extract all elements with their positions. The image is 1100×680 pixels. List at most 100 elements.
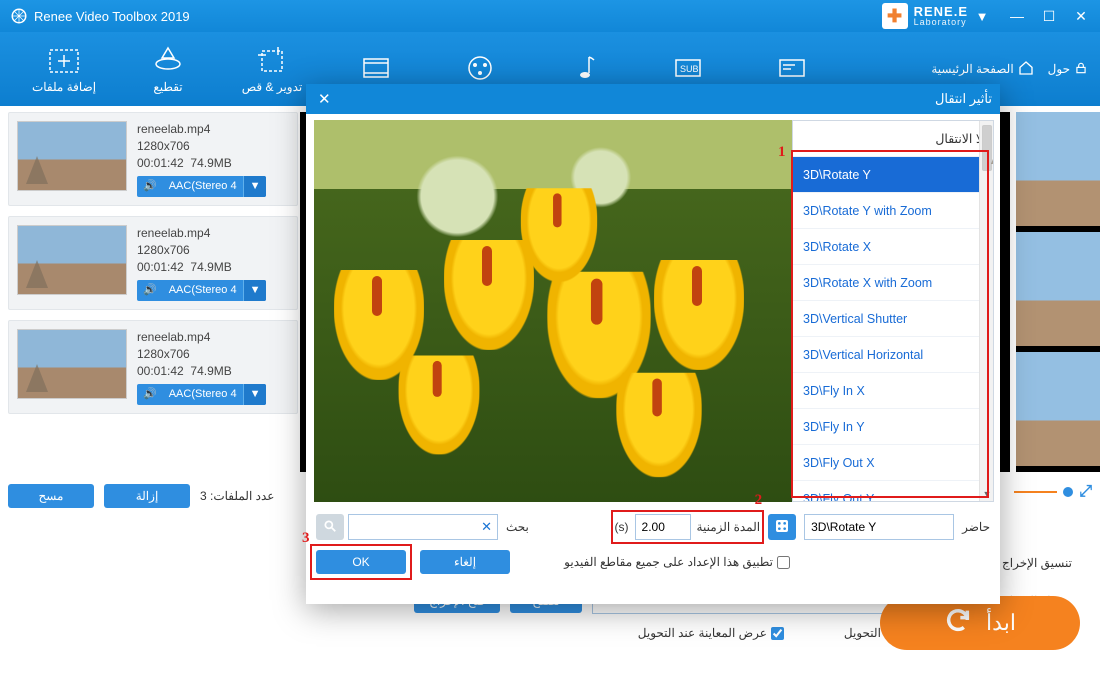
- random-effect-button[interactable]: [768, 514, 796, 540]
- file-list-item[interactable]: reneelab.mp4 1280x706 00:01:42 74.9MB 🔊A…: [8, 320, 298, 414]
- effects-panel: 1 لا الانتقال 3D\Rotate Y 3D\Rotate Y wi…: [792, 120, 994, 502]
- file-duration: 00:01:42: [137, 156, 184, 170]
- search-input[interactable]: [348, 514, 498, 540]
- tool-settings-card[interactable]: [740, 51, 844, 87]
- clear-button[interactable]: مسح: [8, 484, 94, 508]
- nav-about[interactable]: حول: [1048, 61, 1088, 78]
- brand-menu-caret-icon[interactable]: ▼: [972, 6, 992, 26]
- filmstrip-icon: [359, 51, 393, 85]
- tool-cut[interactable]: تقطيع: [116, 44, 220, 94]
- dice-icon: [774, 518, 790, 537]
- tool-add-files[interactable]: إضافة ملفات: [12, 44, 116, 94]
- tool-effects[interactable]: [428, 51, 532, 87]
- output-format-label: تنسيق الإخراج: [1002, 556, 1092, 570]
- current-label: حاضر: [962, 520, 990, 534]
- effect-item[interactable]: 3D\Rotate X: [793, 229, 993, 265]
- window-close-button[interactable]: ✕: [1066, 4, 1096, 28]
- effect-item[interactable]: 3D\Fly In Y: [793, 409, 993, 445]
- refresh-icon: [944, 606, 972, 640]
- file-name: reneelab.mp4: [137, 121, 266, 138]
- expand-icon[interactable]: ⤢: [1079, 483, 1092, 501]
- file-size: 74.9MB: [190, 364, 231, 378]
- timeline-handle-icon[interactable]: [1063, 487, 1073, 497]
- app-logo-icon: [10, 7, 28, 25]
- effect-item[interactable]: 3D\Rotate X with Zoom: [793, 265, 993, 301]
- effect-item[interactable]: 3D\Rotate Y: [793, 157, 993, 193]
- effect-item[interactable]: 3D\Vertical Horizontal: [793, 337, 993, 373]
- brand-logo-icon: ✚: [882, 3, 908, 29]
- effect-item[interactable]: 3D\Vertical Shutter: [793, 301, 993, 337]
- effects-scrollbar[interactable]: ▲ ▼: [979, 121, 994, 501]
- duration-input[interactable]: [635, 514, 691, 540]
- effect-item-none[interactable]: لا الانتقال: [793, 121, 993, 157]
- brand-block: ✚ RENE.E Laboratory: [882, 3, 968, 29]
- effects-list[interactable]: لا الانتقال 3D\Rotate Y 3D\Rotate Y with…: [792, 120, 994, 502]
- lock-icon: [1074, 61, 1088, 78]
- file-size: 74.9MB: [190, 156, 231, 170]
- audio-chip[interactable]: 🔊AAC(Stereo 4▼: [137, 384, 266, 405]
- music-note-icon: [567, 51, 601, 85]
- preview-after-checkbox[interactable]: عرض المعاينة عند التحويل: [638, 626, 784, 640]
- audio-codec: AAC(Stereo 4: [163, 280, 243, 301]
- nav-home[interactable]: الصفحة الرئيسية: [931, 60, 1033, 79]
- file-thumbnail: [17, 121, 127, 191]
- dialog-controls: حاضر 2 المدة الزمنية (s) بحث ✕: [306, 508, 1000, 604]
- dialog-close-button[interactable]: ✕: [314, 90, 335, 108]
- preview-after-label: عرض المعاينة عند التحويل: [638, 626, 767, 640]
- duration-group: 2 المدة الزمنية (s): [615, 514, 761, 540]
- scroll-thumb[interactable]: [982, 125, 992, 171]
- timeline-bar[interactable]: ⤢: [1014, 482, 1092, 502]
- file-list-item[interactable]: reneelab.mp4 1280x706 00:01:42 74.9MB 🔊A…: [8, 112, 298, 206]
- tool-audio[interactable]: [532, 51, 636, 87]
- timeline-preview-strip: [1016, 112, 1100, 472]
- tool-filmstrip[interactable]: [324, 51, 428, 87]
- cancel-button[interactable]: إلغاء: [420, 550, 510, 574]
- window-maximize-button[interactable]: ☐: [1034, 4, 1064, 28]
- ok-button[interactable]: OK: [316, 550, 406, 574]
- file-resolution: 1280x706: [137, 138, 266, 155]
- remove-button[interactable]: إزالة: [104, 484, 190, 508]
- effect-item[interactable]: 3D\Fly In X: [793, 373, 993, 409]
- file-duration: 00:01:42: [137, 364, 184, 378]
- effect-preview: [314, 120, 792, 502]
- cut-icon: [151, 44, 185, 78]
- speaker-icon: 🔊: [137, 384, 163, 405]
- file-list: reneelab.mp4 1280x706 00:01:42 74.9MB 🔊A…: [8, 112, 298, 424]
- apply-all-checkbox[interactable]: تطبيق هذا الإعداد على جميع مقاطع الفيديو: [564, 555, 790, 569]
- card-icon: [775, 51, 809, 85]
- tool-label: تدوير & قص: [242, 80, 303, 94]
- search-icon: [323, 519, 337, 536]
- file-duration: 00:01:42: [137, 260, 184, 274]
- audio-chip[interactable]: 🔊AAC(Stereo 4▼: [137, 176, 266, 197]
- svg-text:SUB: SUB: [680, 64, 699, 74]
- tool-subtitle[interactable]: SUB: [636, 51, 740, 87]
- file-resolution: 1280x706: [137, 346, 266, 363]
- duration-label: المدة الزمنية: [697, 520, 761, 534]
- effect-item[interactable]: 3D\Fly Out Y: [793, 481, 993, 502]
- file-size: 74.9MB: [190, 260, 231, 274]
- scroll-down-icon[interactable]: ▼: [980, 487, 994, 501]
- audio-codec: AAC(Stereo 4: [163, 176, 243, 197]
- search-label: بحث: [506, 520, 529, 534]
- file-list-item[interactable]: reneelab.mp4 1280x706 00:01:42 74.9MB 🔊A…: [8, 216, 298, 310]
- dialog-titlebar: تأثير انتقال ✕: [306, 84, 1000, 114]
- search-button[interactable]: [316, 514, 344, 540]
- effect-item[interactable]: 3D\Rotate Y with Zoom: [793, 193, 993, 229]
- tool-label: إضافة ملفات: [32, 80, 96, 94]
- file-thumbnail: [17, 329, 127, 399]
- apply-all-label: تطبيق هذا الإعداد على جميع مقاطع الفيديو: [564, 555, 773, 569]
- window-minimize-button[interactable]: —: [1002, 4, 1032, 28]
- chevron-down-icon: ▼: [243, 280, 267, 301]
- chevron-down-icon: ▼: [243, 176, 267, 197]
- brand-subtitle: Laboratory: [914, 17, 968, 27]
- clear-search-icon[interactable]: ✕: [481, 519, 492, 535]
- transition-effect-dialog: تأثير انتقال ✕ 1 لا الانتقال 3D\Rotate Y…: [306, 84, 1000, 604]
- home-icon: [1018, 60, 1034, 79]
- audio-chip[interactable]: 🔊AAC(Stereo 4▼: [137, 280, 266, 301]
- audio-codec: AAC(Stereo 4: [163, 384, 243, 405]
- current-effect-input[interactable]: [804, 514, 954, 540]
- start-button[interactable]: ابدأ: [880, 596, 1080, 650]
- file-name: reneelab.mp4: [137, 329, 266, 346]
- effect-item[interactable]: 3D\Fly Out X: [793, 445, 993, 481]
- home-label: الصفحة الرئيسية: [931, 62, 1013, 76]
